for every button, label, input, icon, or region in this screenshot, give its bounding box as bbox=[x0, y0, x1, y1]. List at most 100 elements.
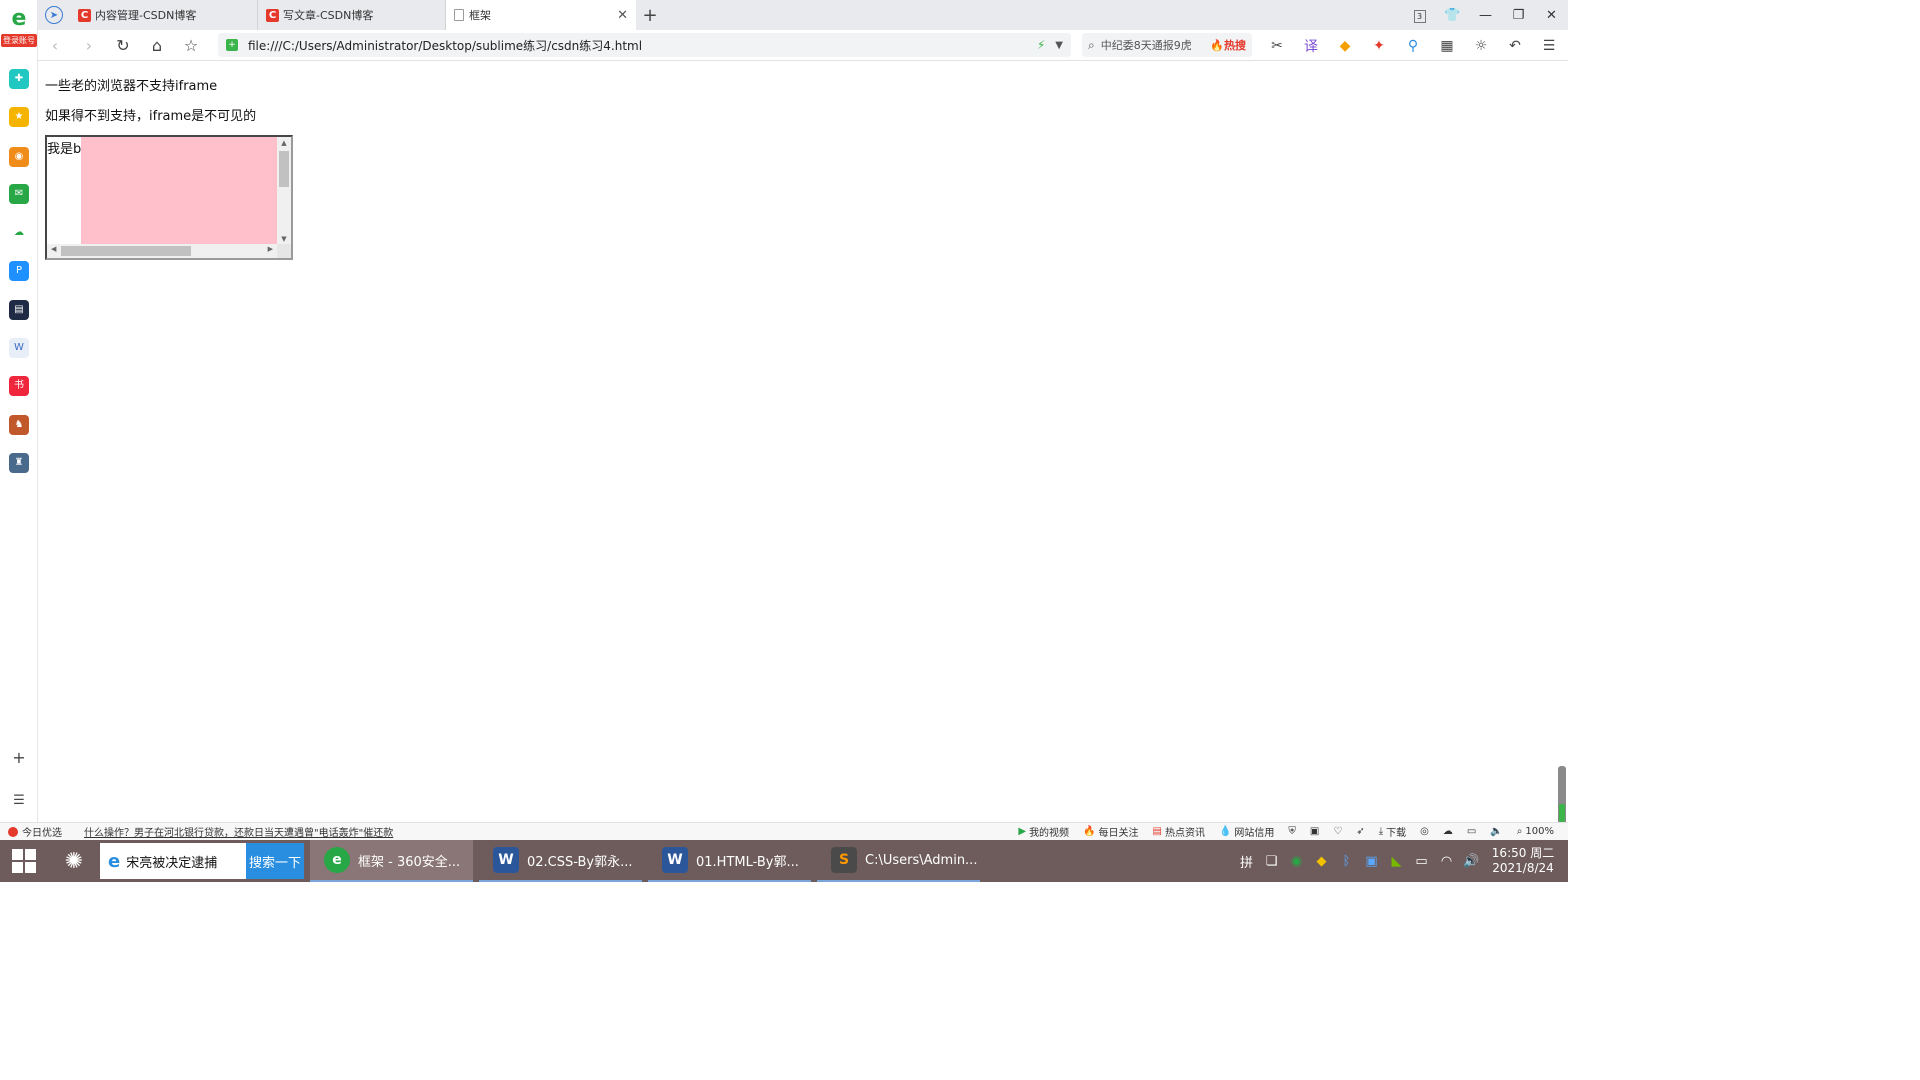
login-badge[interactable]: 登录账号 bbox=[1, 34, 37, 47]
task-view-icon[interactable]: ❏ bbox=[1259, 854, 1284, 869]
apps-grid-icon[interactable]: ▦ bbox=[1430, 38, 1464, 54]
window-icon[interactable]: ▭ bbox=[1467, 826, 1476, 837]
heart-outline-icon[interactable]: ♡ bbox=[1333, 826, 1342, 837]
game-avatar-icon[interactable]: ♞ bbox=[9, 415, 29, 435]
scroll-down-icon[interactable]: ▼ bbox=[277, 235, 291, 243]
coin-icon[interactable]: ◆ bbox=[1328, 38, 1362, 54]
task-word-html[interactable]: W 01.HTML-By郭... bbox=[648, 840, 811, 882]
secure-shield-icon: + bbox=[226, 39, 238, 51]
tab-write-article[interactable]: C 写文章-CSDN博客 bbox=[258, 0, 446, 30]
iframe-horizontal-scrollbar[interactable]: ◀ ▶ bbox=[47, 244, 277, 258]
word-icon: W bbox=[662, 847, 688, 873]
incognito-icon[interactable]: ◎ bbox=[1420, 826, 1429, 837]
scroll-thumb[interactable] bbox=[279, 151, 289, 187]
battery-icon[interactable]: ▭ bbox=[1409, 854, 1434, 869]
daily-follow-link[interactable]: 每日关注 bbox=[1099, 824, 1139, 839]
360-tray-icon[interactable]: ◉ bbox=[1284, 854, 1309, 869]
news-app-icon[interactable]: ▤ bbox=[9, 300, 29, 320]
bookmark-star-icon[interactable]: ☆ bbox=[174, 36, 208, 55]
scroll-left-icon[interactable]: ◀ bbox=[51, 245, 56, 253]
site-credit-link[interactable]: 网站信用 bbox=[1234, 824, 1274, 839]
add-app-icon[interactable]: + bbox=[9, 748, 29, 768]
list-menu-icon[interactable]: ☰ bbox=[9, 791, 29, 811]
page-side-widget[interactable] bbox=[1558, 766, 1566, 824]
scroll-thumb[interactable] bbox=[61, 246, 191, 256]
xiaohongshu-icon[interactable]: 书 bbox=[9, 376, 29, 396]
scroll-up-icon[interactable]: ▲ bbox=[277, 139, 291, 147]
cloud-sync-icon[interactable]: ☁ bbox=[1443, 826, 1453, 837]
ime-indicator[interactable]: 拼 bbox=[1234, 852, 1259, 871]
shirt-skin-icon[interactable]: 👕 bbox=[1436, 8, 1469, 23]
iframe-vertical-scrollbar[interactable]: ▲ ▼ bbox=[277, 137, 291, 245]
start-button[interactable] bbox=[0, 840, 48, 882]
document-icon bbox=[454, 9, 464, 21]
search-suggestion[interactable]: 中纪委8天通报9虎 bbox=[1101, 37, 1211, 53]
nvidia-icon[interactable]: ◣ bbox=[1384, 854, 1409, 869]
browser-logo-icon[interactable]: e bbox=[8, 8, 30, 30]
address-bar[interactable]: + file:///C:/Users/Administrator/Desktop… bbox=[218, 33, 1071, 57]
cortana-swirl-icon[interactable]: ✺ bbox=[48, 849, 100, 874]
task-word-css[interactable]: W 02.CSS-By郭永... bbox=[479, 840, 642, 882]
task-360-browser[interactable]: e 框架 - 360安全... bbox=[310, 840, 473, 882]
tab-title: 内容管理-CSDN博客 bbox=[95, 9, 197, 22]
tab-content-manage[interactable]: C 内容管理-CSDN博客 bbox=[70, 0, 258, 30]
speaker-icon[interactable]: 🔊 bbox=[1459, 854, 1484, 869]
speed-mode-icon[interactable]: ⚡ bbox=[1037, 38, 1045, 52]
scroll-right-icon[interactable]: ▶ bbox=[268, 245, 273, 253]
task-sublime[interactable]: S C:\Users\Admin... bbox=[817, 840, 980, 882]
weibo-icon[interactable]: ◉ bbox=[9, 147, 29, 167]
tab-frame[interactable]: 框架 ✕ bbox=[446, 0, 636, 30]
paragraph-line1: 一些老的浏览器不支持iframe bbox=[45, 79, 218, 94]
forward-button[interactable]: › bbox=[72, 36, 106, 55]
back-button[interactable]: ‹ bbox=[38, 36, 72, 55]
scissors-icon[interactable]: ✂ bbox=[1260, 38, 1294, 54]
translate-app-icon[interactable]: ✚ bbox=[9, 69, 29, 89]
volume-icon[interactable]: 🔈 bbox=[1490, 826, 1502, 837]
today-picks-link[interactable]: 今日优选 bbox=[22, 824, 62, 839]
navigate-icon[interactable]: ➤ bbox=[38, 0, 70, 30]
taskbar-search-input[interactable]: e 宋亮被决定逮捕 bbox=[100, 843, 246, 879]
hot-search-label[interactable]: 🔥热搜 bbox=[1210, 37, 1246, 53]
clock[interactable]: 16:50 周二 2021/8/24 bbox=[1484, 846, 1562, 876]
task-label: 02.CSS-By郭永... bbox=[527, 854, 633, 870]
image-icon[interactable]: ▣ bbox=[1310, 826, 1319, 837]
close-tab-icon[interactable]: ✕ bbox=[617, 8, 628, 23]
word-doc-icon[interactable]: W bbox=[9, 338, 29, 358]
close-window-button[interactable]: ✕ bbox=[1535, 8, 1568, 23]
restore-button[interactable]: ❐ bbox=[1502, 8, 1535, 23]
app-tray-icon[interactable]: ▣ bbox=[1359, 854, 1384, 869]
url-input[interactable]: file:///C:/Users/Administrator/Desktop/s… bbox=[248, 37, 1037, 54]
clock-time: 16:50 周二 bbox=[1491, 846, 1555, 860]
news-ticker-link[interactable]: 什么操作？男子在河北银行贷款，还款日当天遭遇曾"电话轰炸"催还款 bbox=[84, 824, 393, 839]
shield-status-icon[interactable]: ⛨ bbox=[1288, 826, 1296, 837]
brightness-icon[interactable]: ☼ bbox=[1464, 38, 1498, 54]
zoom-level[interactable]: 100% bbox=[1525, 826, 1554, 837]
wifi-icon[interactable]: ◠ bbox=[1434, 854, 1459, 869]
undo-icon[interactable]: ↶ bbox=[1498, 38, 1532, 54]
minimize-button[interactable]: — bbox=[1469, 8, 1502, 23]
favorites-star-icon[interactable]: ★ bbox=[9, 107, 29, 127]
pinduoduo-icon[interactable]: P bbox=[9, 261, 29, 281]
translate-icon[interactable]: 译 bbox=[1294, 36, 1328, 56]
refresh-button[interactable]: ↻ bbox=[106, 36, 140, 55]
magnifier-icon[interactable]: ⚲ bbox=[1396, 38, 1430, 54]
mail-icon[interactable]: ✉ bbox=[9, 184, 29, 204]
iframe-frame[interactable]: 我是b ▲ ▼ ◀ ▶ bbox=[45, 135, 293, 260]
360-guard-icon[interactable]: ◆ bbox=[1309, 854, 1334, 869]
home-button[interactable]: ⌂ bbox=[140, 36, 174, 55]
chevron-down-icon[interactable]: ▼ bbox=[1055, 40, 1063, 51]
download-link[interactable]: 下载 bbox=[1386, 824, 1406, 839]
menu-icon[interactable]: ☰ bbox=[1532, 38, 1566, 54]
tab-count-icon[interactable]: 3 bbox=[1403, 8, 1436, 23]
cloud-icon[interactable]: ☁ bbox=[9, 223, 29, 243]
search-box[interactable]: ⌕ 中纪委8天通报9虎 🔥热搜 bbox=[1082, 33, 1252, 57]
bluetooth-icon[interactable]: ᛒ bbox=[1334, 854, 1359, 869]
hot-news-link[interactable]: 热点资讯 bbox=[1165, 824, 1205, 839]
new-tab-button[interactable]: + bbox=[636, 0, 664, 30]
my-video-link[interactable]: 我的视频 bbox=[1029, 824, 1069, 839]
game2-avatar-icon[interactable]: ♜ bbox=[9, 453, 29, 473]
taskbar-search-button[interactable]: 搜索一下 bbox=[246, 843, 304, 879]
sublime-icon: S bbox=[831, 847, 857, 873]
game-icon[interactable]: ✦ bbox=[1362, 38, 1396, 54]
rocket-icon[interactable]: ➶ bbox=[1356, 826, 1364, 837]
